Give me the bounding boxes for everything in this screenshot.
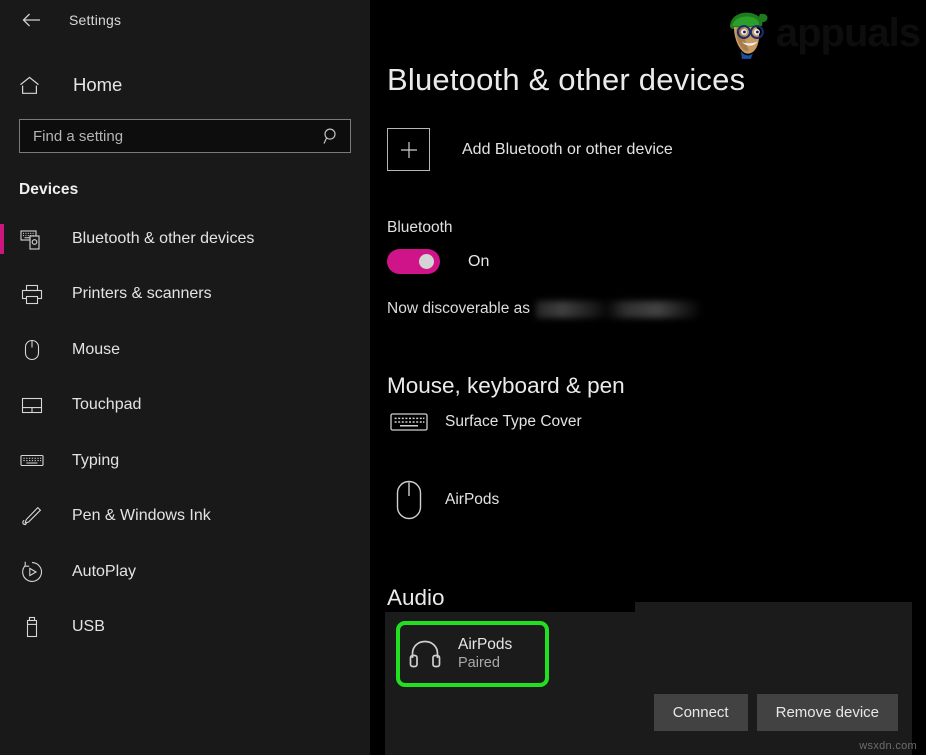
discoverable-prefix: Now discoverable as bbox=[387, 300, 531, 317]
connect-button[interactable]: Connect bbox=[653, 694, 748, 731]
plus-icon bbox=[387, 128, 430, 171]
touchpad-icon bbox=[19, 397, 45, 414]
sidebar-item-label: Pen & Windows Ink bbox=[72, 507, 211, 525]
sidebar-item-home-label: Home bbox=[73, 74, 123, 95]
home-icon bbox=[19, 76, 47, 95]
device-name: Surface Type Cover bbox=[445, 413, 582, 430]
page-title: Bluetooth & other devices bbox=[387, 62, 746, 97]
app-title: Settings bbox=[69, 12, 122, 28]
sidebar-item-label: Mouse bbox=[72, 340, 121, 358]
device-row-airpods[interactable]: AirPods Paired bbox=[396, 621, 549, 687]
device-name: AirPods bbox=[458, 636, 513, 653]
remove-device-button[interactable]: Remove device bbox=[756, 694, 898, 731]
sidebar-group-title: Devices bbox=[19, 181, 79, 198]
search-input[interactable] bbox=[20, 120, 350, 152]
usb-icon bbox=[19, 616, 45, 638]
pen-icon bbox=[19, 505, 45, 527]
bluetooth-section-label: Bluetooth bbox=[387, 219, 453, 236]
mascot-icon bbox=[729, 12, 768, 59]
selected-device-panel: AirPods Paired Connect Remove device bbox=[385, 612, 912, 755]
sidebar-item-label: Touchpad bbox=[72, 396, 142, 414]
sidebar-item-label: AutoPlay bbox=[72, 562, 137, 580]
sidebar-item-autoplay[interactable]: AutoPlay bbox=[0, 544, 370, 600]
sidebar-item-touchpad[interactable]: Touchpad bbox=[0, 378, 370, 434]
search-icon[interactable] bbox=[323, 128, 340, 145]
device-row-wireless-mobile-mouse[interactable]: AirPods bbox=[387, 480, 499, 520]
site-logo-watermark: appuals bbox=[720, 4, 921, 62]
sidebar-item-label: Bluetooth & other devices bbox=[72, 229, 255, 247]
toggle-knob bbox=[419, 254, 434, 269]
title-bar: Settings bbox=[0, 0, 370, 40]
main-content: appuals Bluetooth & other devices Add Bl… bbox=[370, 0, 926, 755]
mouse-icon bbox=[19, 339, 45, 361]
bluetooth-toggle-row: On bbox=[387, 249, 489, 274]
back-button[interactable] bbox=[14, 5, 48, 35]
search-box[interactable] bbox=[19, 119, 351, 153]
sidebar-item-bluetooth-other-devices[interactable]: Bluetooth & other devices bbox=[0, 211, 370, 267]
back-arrow-icon bbox=[22, 13, 40, 27]
add-bluetooth-device-label: Add Bluetooth or other device bbox=[462, 140, 673, 158]
section-title-audio: Audio bbox=[387, 585, 445, 610]
device-row-surface-type-cover[interactable]: Surface Type Cover bbox=[387, 410, 582, 434]
sidebar-item-label: Typing bbox=[72, 451, 120, 469]
device-action-buttons: Connect Remove device bbox=[653, 694, 898, 731]
sidebar: Settings Home Devices bbox=[0, 0, 370, 755]
add-bluetooth-device-button[interactable]: Add Bluetooth or other device bbox=[387, 128, 673, 171]
selection-indicator bbox=[0, 223, 4, 254]
section-title-mouse-keyboard-pen: Mouse, keyboard & pen bbox=[387, 373, 625, 398]
settings-window: Settings Home Devices bbox=[0, 0, 926, 755]
discoverable-status: Now discoverable as bbox=[387, 300, 701, 318]
sidebar-item-printers-scanners[interactable]: Printers & scanners bbox=[0, 267, 370, 323]
sidebar-item-label: Printers & scanners bbox=[72, 285, 212, 303]
bluetooth-toggle-state: On bbox=[468, 252, 490, 270]
airpods-text: AirPods Paired bbox=[458, 635, 512, 673]
device-status: Paired bbox=[458, 655, 500, 671]
printer-icon bbox=[19, 284, 45, 305]
sidebar-item-mouse[interactable]: Mouse bbox=[0, 322, 370, 378]
mouse-icon bbox=[387, 480, 431, 520]
headphones-icon bbox=[402, 639, 448, 669]
keyboard-icon bbox=[19, 453, 45, 468]
sidebar-nav: Bluetooth & other devices Printers & sca… bbox=[0, 211, 370, 655]
sidebar-item-label: USB bbox=[72, 618, 105, 636]
bluetooth-toggle[interactable] bbox=[387, 249, 440, 274]
device-name: AirPods bbox=[445, 491, 500, 508]
bluetooth-devices-icon bbox=[19, 228, 45, 250]
sidebar-item-home[interactable]: Home bbox=[0, 62, 370, 108]
keyboard-icon bbox=[387, 410, 431, 434]
logo-text: appuals bbox=[775, 10, 921, 55]
sidebar-item-usb[interactable]: USB bbox=[0, 600, 370, 656]
sidebar-item-typing[interactable]: Typing bbox=[0, 433, 370, 489]
sidebar-item-pen-windows-ink[interactable]: Pen & Windows Ink bbox=[0, 489, 370, 545]
autoplay-icon bbox=[19, 561, 45, 583]
discoverable-device-name-redacted bbox=[536, 300, 701, 318]
